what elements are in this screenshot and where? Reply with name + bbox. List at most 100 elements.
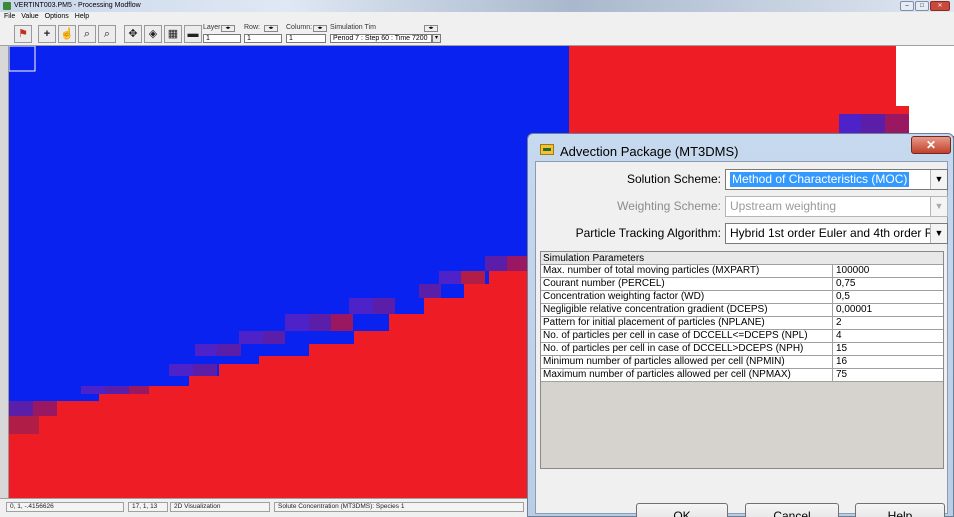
status-cell-index: 17, 1, 13: [128, 502, 168, 512]
zoom-in-icon[interactable]: ⌕: [78, 25, 96, 43]
row-field[interactable]: 1: [244, 34, 282, 43]
column-label: Column:: [286, 24, 313, 31]
mix-cell: [461, 271, 485, 284]
main-close-button[interactable]: ✕: [930, 1, 950, 11]
mix-cell: [9, 401, 33, 416]
mix-cell: [331, 314, 353, 331]
dialog-title-bar: Advection Package (MT3DMS): [534, 136, 947, 164]
param-value[interactable]: 16: [833, 356, 943, 368]
param-value[interactable]: 2: [833, 317, 943, 329]
dialog-body: Solution Scheme: Method of Characteristi…: [535, 161, 948, 517]
mix-cell: [885, 114, 909, 134]
row-label: Row:: [244, 24, 260, 31]
solution-scheme-value: Method of Characteristics (MOC): [730, 172, 910, 187]
layer-spinner[interactable]: ◂▸: [221, 25, 235, 32]
menu-value[interactable]: Value: [21, 12, 38, 22]
table-row[interactable]: Pattern for initial placement of particl…: [541, 317, 943, 330]
table-row[interactable]: Maximum number of particles allowed per …: [541, 369, 943, 382]
solution-scheme-select[interactable]: Method of Characteristics (MOC) ▼: [725, 169, 948, 190]
mix-cell: [81, 386, 105, 394]
mix-cell: [861, 114, 885, 134]
status-quantity: Solute Concentration (MT3DMS): Species 1: [274, 502, 524, 512]
simtime-label: Simulation Tim: [330, 24, 376, 31]
param-name: Pattern for initial placement of particl…: [541, 317, 833, 329]
param-value[interactable]: 75: [833, 369, 943, 381]
table-row[interactable]: No. of particles per cell in case of DCC…: [541, 330, 943, 343]
menu-bar: File Value Options Help: [0, 12, 954, 22]
help-button[interactable]: Help: [855, 503, 945, 517]
row-spinner[interactable]: ◂▸: [264, 25, 278, 32]
minimize-button[interactable]: –: [900, 1, 914, 11]
mix-cell: [33, 401, 57, 416]
maximize-button[interactable]: □: [915, 1, 929, 11]
move-icon[interactable]: ✥: [124, 25, 142, 43]
mix-cell: [9, 416, 39, 434]
column-field[interactable]: 1: [286, 34, 326, 43]
mix-cell: [349, 298, 373, 314]
mix-cell: [439, 271, 461, 284]
white-area-lower: [909, 106, 954, 136]
grid-icon[interactable]: ▦: [164, 25, 182, 43]
mix-cell: [217, 344, 241, 356]
window-controls: – □ ✕: [900, 1, 950, 11]
menu-options[interactable]: Options: [45, 12, 69, 22]
tracking-algorithm-value: Hybrid 1st order Euler and 4th order Run…: [730, 226, 947, 240]
mix-cell: [485, 256, 507, 271]
param-value[interactable]: 15: [833, 343, 943, 355]
param-value[interactable]: 4: [833, 330, 943, 342]
pan-hand-icon[interactable]: ☝: [58, 25, 76, 43]
param-value[interactable]: 100000: [833, 265, 943, 277]
left-ruler: [0, 46, 9, 498]
screen: VERTINT003.PM5 - Processing Modflow – □ …: [0, 0, 954, 517]
chevron-down-icon[interactable]: ▼: [930, 224, 947, 243]
cancel-button[interactable]: Cancel: [745, 503, 839, 517]
param-value[interactable]: 0,5: [833, 291, 943, 303]
param-name: Negligible relative concentration gradie…: [541, 304, 833, 316]
color-bar-icon[interactable]: ▬: [184, 25, 202, 43]
white-area: [896, 46, 954, 106]
exit-icon[interactable]: ⚑: [14, 25, 32, 43]
package-icon: [540, 144, 554, 155]
mix-cell: [193, 364, 217, 376]
param-value[interactable]: 0,00001: [833, 304, 943, 316]
crosshair-icon[interactable]: +: [38, 25, 56, 43]
advection-dialog: Advection Package (MT3DMS) ✕ Solution Sc…: [527, 133, 954, 517]
simtime-spinner[interactable]: ◂▸: [424, 25, 438, 32]
diamond-icon[interactable]: ◈: [144, 25, 162, 43]
tracking-algorithm-select[interactable]: Hybrid 1st order Euler and 4th order Run…: [725, 223, 948, 244]
ok-button[interactable]: OK: [636, 503, 728, 517]
grid-header: Simulation Parameters: [541, 252, 943, 265]
chevron-down-icon[interactable]: ▼: [930, 197, 947, 216]
chevron-down-icon[interactable]: ▼: [930, 170, 947, 189]
table-row[interactable]: No. of particles per cell in case of DCC…: [541, 343, 943, 356]
mix-cell: [195, 344, 217, 356]
tracking-algorithm-label: Particle Tracking Algorithm:: [575, 226, 721, 240]
main-window-title: VERTINT003.PM5 - Processing Modflow: [14, 2, 141, 9]
mix-cell: [129, 386, 149, 394]
weighting-scheme-value: Upstream weighting: [730, 199, 837, 213]
table-row[interactable]: Concentration weighting factor (WD) 0,5: [541, 291, 943, 304]
param-name: Maximum number of particles allowed per …: [541, 369, 833, 381]
weighting-scheme-select[interactable]: Upstream weighting ▼: [725, 196, 948, 217]
menu-help[interactable]: Help: [75, 12, 89, 22]
dialog-close-button[interactable]: ✕: [911, 136, 951, 154]
table-row[interactable]: Negligible relative concentration gradie…: [541, 304, 943, 317]
menu-file[interactable]: File: [4, 12, 15, 22]
param-name: Concentration weighting factor (WD): [541, 291, 833, 303]
table-row[interactable]: Courant number (PERCEL) 0,75: [541, 278, 943, 291]
mix-cell: [373, 298, 395, 314]
mix-cell: [169, 364, 193, 376]
parameters-grid: Simulation Parameters Max. number of tot…: [540, 251, 944, 469]
simtime-dropdown-arrow[interactable]: ▾: [432, 34, 441, 43]
column-spinner[interactable]: ◂▸: [313, 25, 327, 32]
layer-field[interactable]: 1: [203, 34, 241, 43]
table-row[interactable]: Minimum number of particles allowed per …: [541, 356, 943, 369]
simtime-select[interactable]: Period 7 : Step 60 : Time 7200: [330, 34, 432, 43]
table-row[interactable]: Max. number of total moving particles (M…: [541, 265, 943, 278]
param-value[interactable]: 0,75: [833, 278, 943, 290]
mix-cell: [285, 314, 309, 331]
toolbar: ⚑ + ☝ ⌕ ⌕ ✥ ◈ ▦ ▬ Layer: ◂▸ 1 Row: ◂▸ 1 …: [0, 22, 954, 46]
status-coordinates: 0, 1, -.4156626: [6, 502, 124, 512]
zoom-out-icon[interactable]: ⌕: [98, 25, 116, 43]
layer-label: Layer:: [203, 24, 223, 31]
